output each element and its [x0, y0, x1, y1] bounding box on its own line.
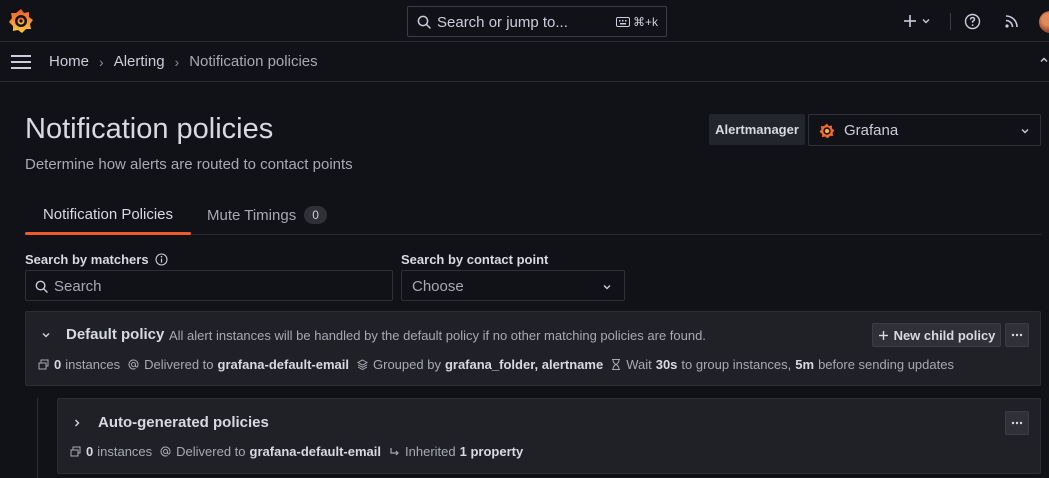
instances-meta[interactable]: 0 instances: [70, 444, 152, 459]
chevron-right-icon[interactable]: [72, 418, 82, 428]
plus-icon: [878, 330, 888, 340]
group-wait-value: 30s: [655, 357, 678, 372]
child-policy-title: Auto-generated policies: [98, 414, 269, 431]
tree-connector-line: [37, 398, 38, 478]
delivered-prefix: Delivered to: [144, 357, 214, 372]
layers-icon: [38, 359, 49, 370]
wait-mid-text: to group instances,: [681, 357, 792, 372]
page-subtitle: Determine how alerts are routed to conta…: [25, 156, 353, 173]
wait-suffix-text: before sending updates: [818, 357, 954, 372]
instances-word: instances: [65, 357, 121, 372]
layer-group-icon: [357, 359, 369, 370]
breadcrumb: Home › Alerting › Notification policies: [49, 53, 318, 70]
grouped-by-value: grafana_folder, alertname: [444, 357, 604, 372]
wait-prefix: Wait: [626, 357, 652, 372]
default-policy-card: Default policy All alert instances will …: [25, 311, 1041, 386]
more-actions-button[interactable]: [1005, 411, 1029, 435]
contact-point-select[interactable]: Choose: [401, 270, 625, 301]
instances-word: instances: [97, 444, 153, 459]
more-horizontal-icon: [1011, 421, 1023, 425]
instances-count: 0: [86, 444, 94, 459]
search-input[interactable]: Search or jump to... ⌘+k: [407, 6, 667, 37]
avatar[interactable]: [1039, 11, 1049, 33]
chevron-up-icon[interactable]: [1039, 55, 1049, 65]
tab-notification-policies[interactable]: Notification Policies: [25, 206, 191, 235]
info-icon[interactable]: [155, 253, 168, 266]
tab-mute-timings[interactable]: Mute Timings 0: [207, 206, 327, 224]
breadcrumb-home[interactable]: Home: [49, 53, 89, 70]
breadcrumb-current: Notification policies: [189, 53, 318, 70]
breadcrumb-separator-icon: ›: [99, 53, 104, 70]
contact-point-link[interactable]: grafana-default-email: [250, 444, 381, 459]
default-policy-description: All alert instances will be handled by t…: [169, 328, 706, 343]
help-button[interactable]: [964, 10, 981, 32]
matchers-placeholder: Search: [54, 278, 102, 295]
matchers-search-input[interactable]: Search: [25, 270, 393, 301]
delivered-meta: Delivered to grafana-default-email: [128, 357, 349, 372]
grouped-prefix: Grouped by: [373, 357, 441, 372]
child-policy-meta: 0 instances Delivered to grafana-default…: [70, 444, 531, 459]
default-policy-title: Default policy: [66, 326, 165, 343]
at-icon: [128, 359, 139, 370]
grafana-logo-icon[interactable]: [8, 8, 34, 34]
instances-count: 0: [54, 357, 62, 372]
page-title: Notification policies: [25, 113, 274, 145]
mute-timings-count-badge: 0: [304, 206, 327, 224]
search-icon: [35, 280, 48, 293]
menu-icon[interactable]: [11, 54, 31, 70]
alertmanager-label: Alertmanager: [709, 114, 805, 145]
rss-icon: [1005, 15, 1018, 28]
search-shortcut: ⌘+k: [615, 15, 658, 29]
breadcrumb-separator-icon: ›: [174, 53, 180, 70]
chevron-down-icon: [1021, 129, 1029, 134]
chevron-down-icon[interactable]: [41, 330, 51, 340]
chevron-down-icon: [922, 19, 930, 24]
inherited-meta[interactable]: Inherited 1 property: [389, 444, 523, 459]
contact-point-label-text: Search by contact point: [401, 252, 549, 267]
tab-label: Mute Timings: [207, 206, 297, 224]
matchers-label: Search by matchers: [25, 252, 168, 267]
inherited-prefix: Inherited: [405, 444, 456, 459]
matchers-label-text: Search by matchers: [25, 252, 149, 267]
tab-bar: Notification Policies Mute Timings 0: [25, 200, 1041, 235]
more-horizontal-icon: [1011, 333, 1023, 337]
instances-meta[interactable]: 0 instances: [38, 357, 120, 372]
top-bar: Search or jump to... ⌘+k: [0, 0, 1049, 42]
shortcut-text: ⌘+k: [632, 15, 658, 29]
delivered-meta: Delivered to grafana-default-email: [160, 444, 381, 459]
contact-point-label: Search by contact point: [401, 252, 548, 267]
corner-down-right-icon: [390, 448, 399, 456]
chevron-down-icon: [603, 285, 611, 290]
delivered-prefix: Delivered to: [176, 444, 246, 459]
layers-icon: [70, 446, 81, 457]
news-button[interactable]: [1004, 10, 1020, 32]
search-icon: [417, 15, 431, 29]
contact-point-placeholder: Choose: [412, 278, 464, 295]
new-child-policy-button[interactable]: New child policy: [872, 323, 1001, 347]
inherited-value: 1 property: [459, 444, 524, 459]
more-actions-button[interactable]: [1005, 323, 1029, 347]
help-icon: [964, 13, 981, 29]
timing-meta: Wait 30s to group instances, 5m before s…: [611, 357, 954, 372]
add-new-button[interactable]: [903, 10, 931, 32]
new-child-policy-label: New child policy: [893, 327, 996, 343]
alertmanager-select[interactable]: Grafana: [808, 114, 1041, 146]
child-policy-card: Auto-generated policies 0 instances Deli…: [57, 398, 1041, 474]
tab-label: Notification Policies: [42, 206, 174, 223]
contact-point-link[interactable]: grafana-default-email: [218, 357, 349, 372]
plus-icon: [904, 15, 916, 27]
nav-bar: Home › Alerting › Notification policies: [0, 42, 1049, 82]
default-policy-meta: 0 instances Delivered to grafana-default…: [38, 357, 962, 372]
search-placeholder: Search or jump to...: [437, 14, 568, 31]
grouped-meta: Grouped by grafana_folder, alertname: [357, 357, 603, 372]
repeat-interval-value: 5m: [795, 357, 815, 372]
topbar-divider: [950, 13, 951, 30]
grafana-logo-icon: [819, 123, 835, 139]
breadcrumb-alerting[interactable]: Alerting: [114, 53, 165, 70]
alertmanager-value: Grafana: [844, 122, 899, 139]
keyboard-icon: [615, 17, 630, 27]
hourglass-icon: [612, 359, 621, 370]
at-icon: [160, 446, 171, 457]
